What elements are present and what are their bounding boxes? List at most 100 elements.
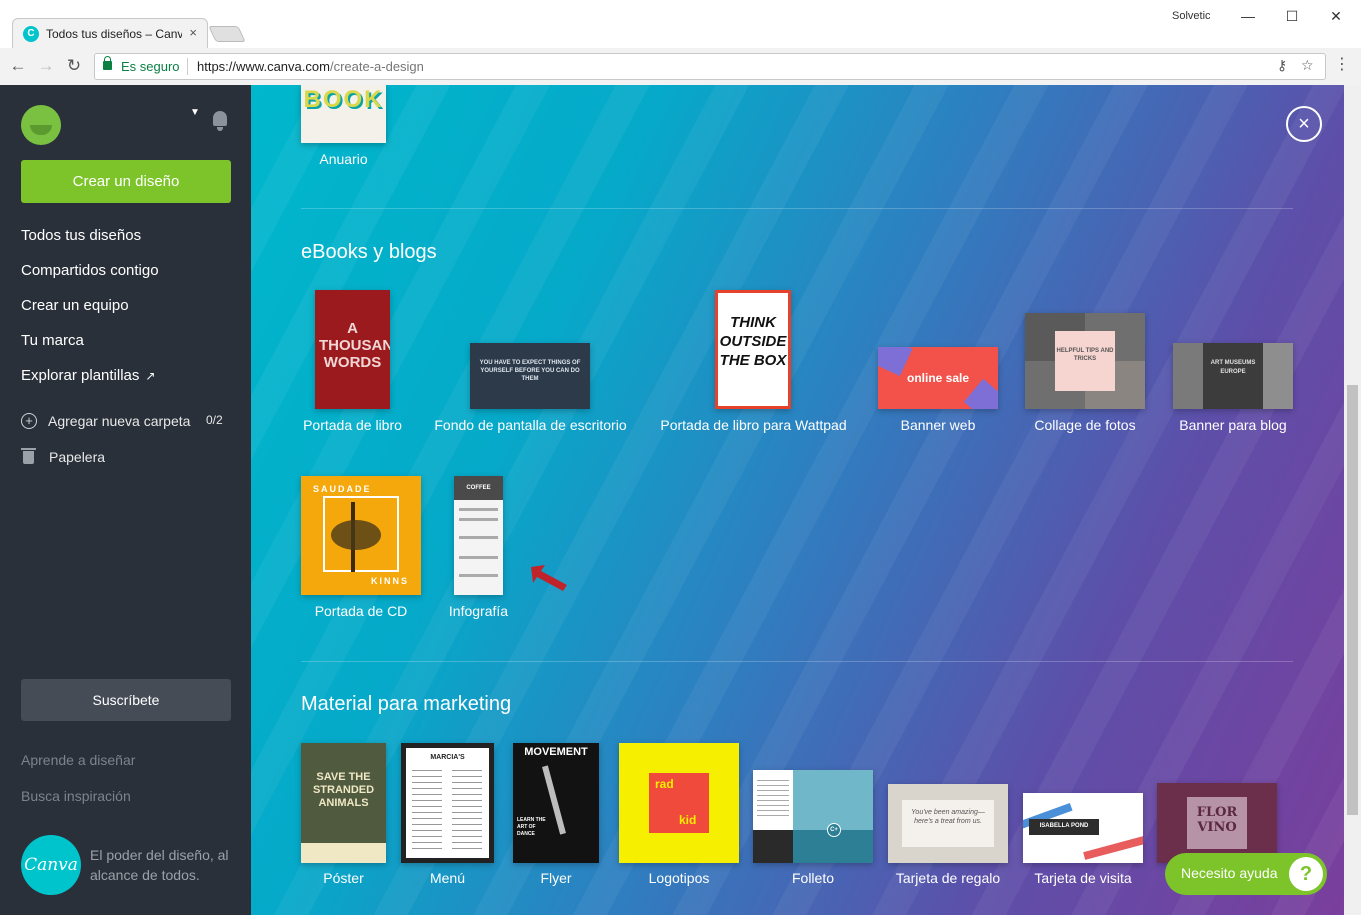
- star-icon[interactable]: ☆: [1301, 57, 1314, 74]
- book-cover-thumb-text: A THOUSAND WORDS: [319, 320, 390, 371]
- section-divider: [301, 208, 1293, 209]
- sidebar-item-shared[interactable]: Compartidos contigo: [21, 262, 159, 279]
- tab-title: Todos tus diseños – Canva: [46, 27, 182, 41]
- brochure-badge: C+: [827, 823, 841, 837]
- canva-favicon-icon: C: [23, 26, 39, 42]
- account-caret-icon[interactable]: ▼: [190, 107, 200, 118]
- trash-icon: [21, 448, 36, 464]
- plant-leaves: [331, 520, 381, 550]
- window-close-button[interactable]: ✕: [1314, 4, 1358, 28]
- back-icon[interactable]: ←: [6, 54, 30, 78]
- infographic-line: [459, 556, 498, 559]
- address-bar[interactable]: Es seguro https://www.canva.com/create-a…: [94, 53, 1326, 80]
- url-path: /create-a-design: [329, 59, 424, 74]
- flyer-thumb-text: MOVEMENT: [524, 746, 588, 758]
- anuario-label: Anuario: [319, 151, 368, 167]
- minimize-button[interactable]: —: [1226, 4, 1270, 28]
- browser-tab[interactable]: C Todos tus diseños – Canva ×: [12, 18, 208, 48]
- wattpad-thumb-text: THINK OUTSIDE THE BOX: [719, 314, 787, 369]
- url-host: https://www.canva.com: [197, 59, 330, 74]
- explore-templates-label: Explorar plantillas: [21, 367, 140, 384]
- flyer-thumbnail: MOVEMENT LEARN THE ART OF DANCE: [513, 743, 599, 863]
- menu-column: [412, 770, 442, 850]
- business-card-thumbnail: ISABELLA POND: [1023, 793, 1143, 863]
- secure-label: Es seguro: [121, 59, 180, 74]
- collage-thumbnail: HELPFUL TIPS AND TRICKS: [1025, 313, 1145, 409]
- wattpad-thumbnail: THINK OUTSIDE THE BOX: [715, 290, 791, 409]
- tab-strip: C Todos tus diseños – Canva × Solvetic —…: [0, 0, 1361, 48]
- sidebar-item-create-team[interactable]: Crear un equipo: [21, 297, 129, 314]
- web-banner-thumb-text: online sale: [906, 371, 970, 385]
- scrollbar[interactable]: [1344, 85, 1361, 915]
- section-divider: [301, 661, 1293, 662]
- book-cover-label: Portada de libro: [303, 417, 402, 433]
- design-type-panel: × BOOK Anuario eBooks y blogs A THOUSAND…: [251, 85, 1344, 915]
- inspiration-link[interactable]: Busca inspiración: [21, 788, 131, 804]
- forward-icon[interactable]: →: [34, 54, 58, 78]
- sidebar-item-brand[interactable]: Tu marca: [21, 332, 84, 349]
- gift-card-label: Tarjeta de regalo: [895, 870, 1001, 886]
- infographic-label: Infografía: [448, 603, 509, 619]
- web-banner-thumbnail: online sale: [878, 347, 998, 409]
- tab-close-icon[interactable]: ×: [189, 25, 197, 40]
- logo-thumb-text-2: kid: [679, 813, 697, 827]
- floral-thumb-text: FLOR VINO: [1196, 805, 1238, 835]
- infographic-thumb-text: COFFEE: [466, 485, 491, 491]
- tagline: El poder del diseño, al alcance de todos…: [90, 847, 229, 883]
- question-icon: ?: [1289, 857, 1323, 891]
- brochure-photo: [793, 770, 873, 830]
- key-icon[interactable]: ⚷: [1277, 57, 1287, 74]
- external-link-icon: ↗: [145, 369, 156, 383]
- window-user-label: Solvetic: [1172, 10, 1211, 22]
- omnibox-separator: [187, 58, 188, 75]
- infographic-line: [459, 536, 498, 539]
- url-text[interactable]: https://www.canva.com/create-a-design: [197, 59, 424, 74]
- collage-card: HELPFUL TIPS AND TRICKS: [1055, 331, 1115, 391]
- flyer-label: Flyer: [540, 870, 572, 886]
- infographic-line: [459, 574, 498, 577]
- help-button[interactable]: Necesito ayuda ?: [1165, 853, 1327, 895]
- sidebar-item-explore-templates[interactable]: Explorar plantillas ↗: [21, 367, 155, 384]
- cd-cover-thumb-text: SAUDADE: [313, 484, 372, 494]
- help-label: Necesito ayuda: [1181, 865, 1278, 881]
- blog-banner-photo: [1263, 343, 1293, 409]
- business-card-label-box: ISABELLA POND: [1029, 819, 1099, 835]
- brochure-thumb-text: C+: [830, 827, 838, 833]
- infographic-line: [459, 508, 498, 511]
- cd-cover-thumbnail: SAUDADE KINNS: [301, 476, 421, 595]
- scrollbar-thumb[interactable]: [1347, 385, 1358, 815]
- wallpaper-thumb-text: YOU HAVE TO EXPECT THINGS OF YOURSELF BE…: [479, 360, 581, 382]
- subscribe-button[interactable]: Suscríbete: [21, 679, 231, 721]
- anuario-thumb-text: BOOK: [303, 86, 384, 113]
- sidebar-item-all-designs[interactable]: Todos tus diseños: [21, 227, 141, 244]
- brochure-text-lines: [757, 780, 789, 820]
- learn-design-link[interactable]: Aprende a diseñar: [21, 752, 135, 768]
- poster-label: Póster: [323, 870, 364, 886]
- gift-card-thumbnail: You've been amazing—here's a treat from …: [888, 784, 1008, 863]
- plus-circle-icon: +: [21, 413, 37, 429]
- avatar[interactable]: [21, 105, 61, 145]
- brochure-thumbnail: C+: [753, 770, 873, 863]
- floral-thumbnail: FLOR VINO: [1157, 783, 1277, 863]
- infographic-thumbnail: COFFEE: [454, 476, 503, 595]
- new-tab-button[interactable]: [208, 26, 246, 42]
- bell-icon[interactable]: [210, 109, 232, 133]
- collage-label: Collage de fotos: [1034, 417, 1136, 433]
- collage-thumb-text: HELPFUL TIPS AND TRICKS: [1056, 348, 1114, 362]
- red-pointer-arrow-icon: [531, 565, 567, 591]
- menu-thumbnail: MARCIA'S: [401, 743, 494, 863]
- wallpaper-thumbnail: YOU HAVE TO EXPECT THINGS OF YOURSELF BE…: [470, 343, 590, 409]
- book-cover-thumbnail: A THOUSAND WORDS: [315, 290, 390, 409]
- maximize-button[interactable]: ☐: [1270, 4, 1314, 28]
- close-panel-button[interactable]: ×: [1286, 106, 1322, 142]
- lock-icon: [103, 56, 112, 70]
- browser-menu-icon[interactable]: ⋮: [1334, 54, 1350, 74]
- logo-square: rad kid: [649, 773, 709, 833]
- poster-footer: [301, 843, 386, 863]
- reload-icon[interactable]: ↻: [62, 54, 86, 78]
- create-design-button[interactable]: Crear un diseño: [21, 160, 231, 203]
- blog-banner-label: Banner para blog: [1179, 417, 1287, 433]
- trash-label: Papelera: [49, 449, 106, 465]
- flyer-thumb-text-2: LEARN THE ART OF DANCE: [517, 817, 546, 837]
- floral-center-box: FLOR VINO: [1187, 797, 1247, 849]
